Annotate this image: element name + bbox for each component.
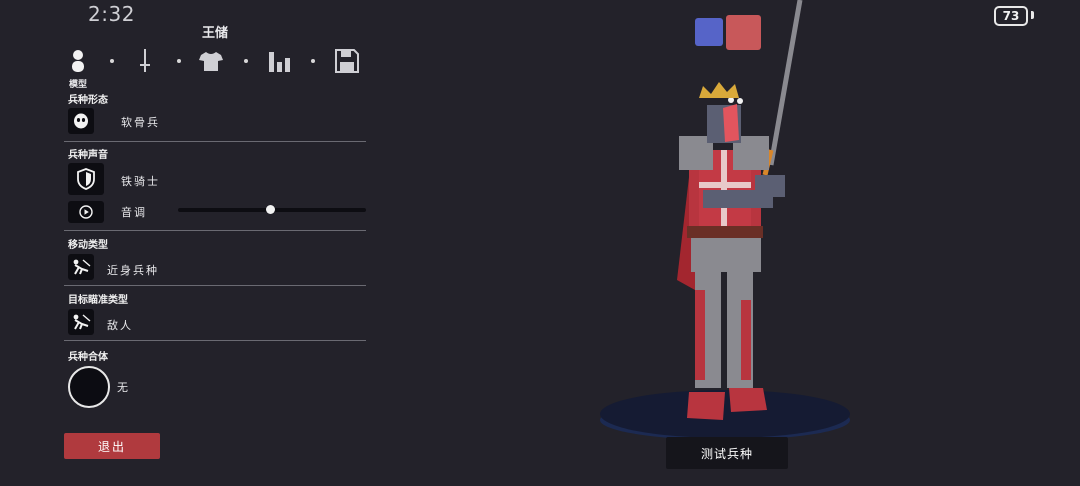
- tab-stats[interactable]: [267, 48, 293, 74]
- play-icon: [79, 205, 93, 219]
- tab-separator-dot: [244, 59, 248, 63]
- mask-icon: [74, 113, 88, 129]
- targeting-type-value: 敌人: [107, 319, 133, 332]
- battery-tip: [1031, 11, 1034, 19]
- unit-form-value: 软骨兵: [121, 116, 160, 129]
- section-label-unit-form: 兵种形态: [68, 95, 108, 106]
- section-label-targeting: 目标瞄准类型: [68, 295, 128, 306]
- section-label-combine: 兵种合体: [68, 352, 108, 363]
- tab-separator-dot: [177, 59, 181, 63]
- unit-voice-value: 铁骑士: [121, 175, 160, 188]
- shirt-icon: [199, 52, 223, 71]
- unit-preview[interactable]: [595, 0, 855, 445]
- test-unit-button[interactable]: 测试兵种: [666, 437, 788, 469]
- tab-weapon[interactable]: [132, 48, 158, 74]
- tab-separator-dot: [110, 59, 114, 63]
- sword-icon: [140, 49, 150, 72]
- combine-unit-slot[interactable]: [68, 366, 110, 408]
- section-label-unit-voice: 兵种声音: [68, 150, 108, 161]
- status-time: 2:32: [88, 2, 135, 26]
- unit-form-picker[interactable]: [68, 108, 94, 134]
- unit-name-title: 王储: [201, 26, 228, 41]
- pitch-slider-thumb[interactable]: [265, 205, 275, 214]
- stats-icon: [269, 52, 290, 72]
- divider: [64, 230, 366, 231]
- divider: [64, 285, 366, 286]
- section-label-movement: 移动类型: [68, 240, 108, 251]
- exit-button[interactable]: 退出: [64, 433, 160, 459]
- unit-voice-picker[interactable]: [68, 163, 104, 195]
- tab-model[interactable]: [65, 48, 91, 74]
- tab-clothing[interactable]: [198, 48, 224, 74]
- editor-tab-bar: [68, 48, 364, 76]
- divider: [64, 340, 366, 341]
- divider: [64, 141, 366, 142]
- save-icon: [335, 49, 359, 73]
- melee-unit-icon: [73, 314, 91, 330]
- melee-unit-icon: [73, 259, 91, 275]
- movement-type-picker[interactable]: [68, 254, 94, 280]
- tab-separator-dot: [311, 59, 315, 63]
- combine-value: 无: [117, 381, 130, 394]
- targeting-type-picker[interactable]: [68, 309, 94, 335]
- movement-type-value: 近身兵种: [107, 264, 159, 277]
- active-tab-label: 模型: [69, 80, 88, 90]
- battery-indicator: 73: [994, 6, 1028, 26]
- person-icon: [72, 50, 84, 72]
- pitch-label: 音调: [121, 206, 147, 219]
- play-voice-button[interactable]: [68, 201, 104, 223]
- shield-icon: [77, 168, 95, 190]
- tab-save[interactable]: [334, 48, 360, 74]
